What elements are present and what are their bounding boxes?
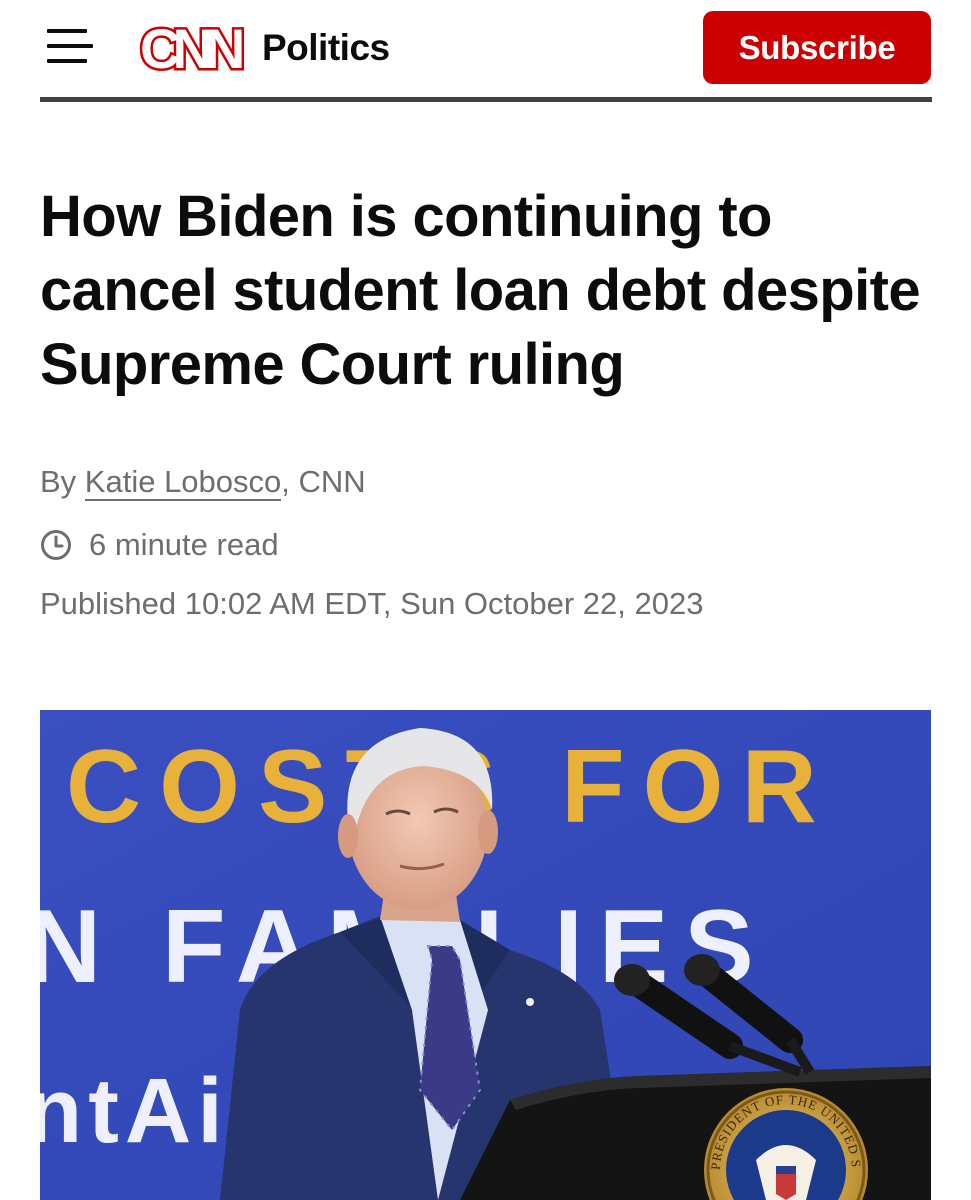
byline-suffix: , CNN — [281, 464, 366, 499]
backdrop-text-line3: ntAi — [40, 1060, 229, 1162]
clock-icon — [41, 530, 71, 560]
read-time-label: 6 minute read — [89, 527, 279, 562]
header-divider — [40, 97, 932, 102]
byline-prefix: By — [40, 464, 85, 499]
article-headline: How Biden is continuing to cancel studen… — [40, 184, 921, 397]
cnn-logo[interactable]: CNN — [138, 20, 254, 76]
hamburger-menu-icon[interactable] — [44, 26, 94, 66]
author-link[interactable]: Katie Lobosco — [84, 464, 282, 501]
site-header: CNN Politics Subscribe — [0, 0, 971, 102]
article-hero-image[interactable]: COSTS FOR N FAMILIES ntAi — [40, 710, 931, 1200]
hero-photo-illustration: COSTS FOR N FAMILIES ntAi — [40, 710, 931, 1200]
byline: By Katie Lobosco, CNN — [40, 462, 366, 502]
subscribe-button[interactable]: Subscribe — [703, 11, 931, 84]
section-label-politics[interactable]: Politics — [262, 26, 390, 70]
published-timestamp: Published 10:02 AM EDT, Sun October 22, … — [40, 586, 704, 621]
svg-text:CNN: CNN — [140, 20, 242, 76]
read-time: 6 minute read — [40, 525, 279, 565]
